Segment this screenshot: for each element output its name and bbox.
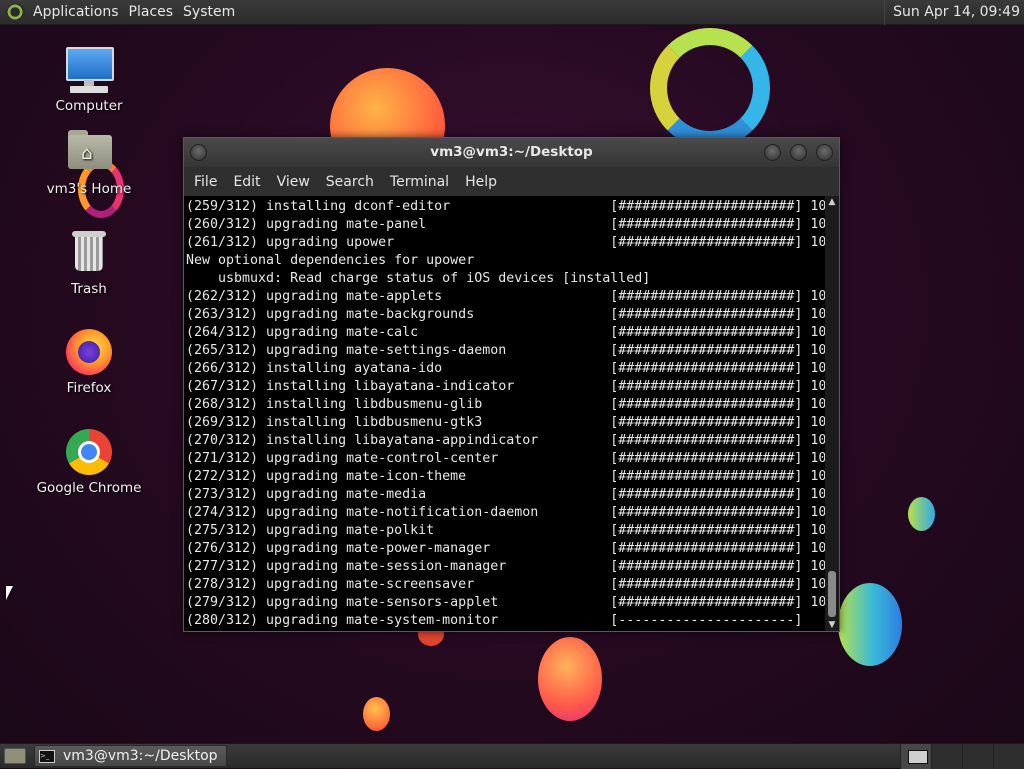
- top-panel: Applications Places System Sun Apr 14, 0…: [0, 0, 1024, 25]
- menu-file[interactable]: File: [186, 174, 225, 190]
- terminal-line: (260/312) upgrading mate-panel [########…: [186, 217, 825, 232]
- desktop-icon-computer[interactable]: Computer: [34, 45, 144, 114]
- menu-edit[interactable]: Edit: [225, 174, 268, 190]
- show-desktop-icon[interactable]: [4, 748, 26, 764]
- mate-logo-icon[interactable]: [7, 3, 25, 21]
- menu-help[interactable]: Help: [457, 174, 505, 190]
- terminal-line: (259/312) installing dconf-editor [#####…: [186, 199, 825, 214]
- terminal-line: (272/312) upgrading mate-icon-theme [###…: [186, 469, 825, 484]
- terminal-line: (271/312) upgrading mate-control-center …: [186, 451, 825, 466]
- workspace-switcher: [900, 743, 1024, 769]
- terminal-line: (269/312) installing libdbusmenu-gtk3 [#…: [186, 415, 825, 430]
- desktop-icon-trash[interactable]: Trash: [34, 228, 144, 297]
- terminal-line: (265/312) upgrading mate-settings-daemon…: [186, 343, 825, 358]
- desktop-icon-label: Firefox: [66, 380, 112, 396]
- decor-pink-blob: [538, 637, 602, 721]
- taskbar-item-terminal[interactable]: >_ vm3@vm3:~/Desktop: [34, 745, 227, 767]
- terminal-line: (268/312) installing libdbusmenu-glib [#…: [186, 397, 825, 412]
- decor-green-blob: [908, 497, 935, 531]
- decor-small-orange-blob: [363, 697, 390, 731]
- menu-search[interactable]: Search: [318, 174, 382, 190]
- desktop-icon-label: vm3's Home: [46, 181, 132, 197]
- terminal-line: (261/312) upgrading upower [############…: [186, 235, 825, 250]
- workspace-1[interactable]: [900, 743, 931, 769]
- terminal-scrollbar[interactable]: ▲ ▼: [825, 196, 839, 631]
- desktop-icon-label: Computer: [55, 98, 123, 114]
- clock[interactable]: Sun Apr 14, 09:49: [884, 0, 1024, 25]
- terminal-icon: >_: [39, 749, 55, 763]
- firefox-icon: [64, 327, 114, 377]
- terminal-menubar: File Edit View Search Terminal Help: [184, 167, 839, 196]
- desktop-icon-home[interactable]: ⌂ vm3's Home: [34, 128, 144, 197]
- terminal-line: (280/312) upgrading mate-system-monitor …: [186, 613, 825, 628]
- terminal-line: (279/312) upgrading mate-sensors-applet …: [186, 595, 825, 610]
- close-button[interactable]: [816, 144, 833, 161]
- places-menu[interactable]: Places: [127, 4, 182, 20]
- mouse-pointer-icon: [6, 586, 13, 600]
- window-menu-button[interactable]: [190, 144, 207, 161]
- maximize-button[interactable]: [790, 144, 807, 161]
- terminal-line: New optional dependencies for upower: [186, 253, 475, 268]
- applications-menu[interactable]: Applications: [31, 4, 127, 20]
- desktop-icon-label: Google Chrome: [36, 480, 142, 496]
- terminal-line: (275/312) upgrading mate-polkit [#######…: [186, 523, 825, 538]
- system-menu[interactable]: System: [181, 4, 243, 20]
- window-title: vm3@vm3:~/Desktop: [430, 144, 593, 160]
- terminal-line: (267/312) installing libayatana-indicato…: [186, 379, 825, 394]
- trash-icon: [64, 228, 114, 278]
- desktop-icon-firefox[interactable]: Firefox: [34, 327, 144, 396]
- terminal-line: (274/312) upgrading mate-notification-da…: [186, 505, 825, 520]
- minimize-button[interactable]: [764, 144, 781, 161]
- terminal-line: (276/312) upgrading mate-power-manager […: [186, 541, 825, 556]
- menu-view[interactable]: View: [269, 174, 318, 190]
- terminal-line: (270/312) installing libayatana-appindic…: [186, 433, 825, 448]
- terminal-line: (262/312) upgrading mate-applets [######…: [186, 289, 825, 304]
- window-titlebar[interactable]: vm3@vm3:~/Desktop: [184, 138, 839, 167]
- chrome-icon: [64, 427, 114, 477]
- scrollbar-thumb[interactable]: [828, 571, 836, 617]
- workspace-3[interactable]: [962, 743, 993, 769]
- menu-terminal[interactable]: Terminal: [382, 174, 457, 190]
- terminal-line: (278/312) upgrading mate-screensaver [##…: [186, 577, 825, 592]
- scroll-up-arrow-icon[interactable]: ▲: [825, 196, 839, 208]
- desktop-icon-chrome[interactable]: Google Chrome: [34, 427, 144, 496]
- taskbar-item-label: vm3@vm3:~/Desktop: [63, 748, 218, 764]
- terminal-line: (266/312) installing ayatana-ido [######…: [186, 361, 825, 376]
- terminal-line: usbmuxd: Read charge status of iOS devic…: [186, 271, 651, 286]
- terminal-line: (264/312) upgrading mate-calc [#########…: [186, 325, 825, 340]
- terminal-output[interactable]: (259/312) installing dconf-editor [#####…: [184, 196, 825, 631]
- scroll-down-arrow-icon[interactable]: ▼: [825, 619, 839, 631]
- desktop-icon-label: Trash: [71, 281, 107, 297]
- computer-icon: [64, 45, 114, 95]
- terminal-line: (263/312) upgrading mate-backgrounds [##…: [186, 307, 825, 322]
- bottom-panel: >_ vm3@vm3:~/Desktop: [0, 743, 1024, 769]
- terminal-line: (273/312) upgrading mate-media [########…: [186, 487, 825, 502]
- workspace-2[interactable]: [931, 743, 962, 769]
- terminal-line: (277/312) upgrading mate-session-manager…: [186, 559, 825, 574]
- home-folder-icon: ⌂: [64, 128, 114, 178]
- terminal-window[interactable]: vm3@vm3:~/Desktop File Edit View Search …: [183, 137, 840, 632]
- decor-teal-blob: [838, 583, 902, 666]
- workspace-4[interactable]: [993, 743, 1024, 769]
- decor-ring: [650, 28, 770, 148]
